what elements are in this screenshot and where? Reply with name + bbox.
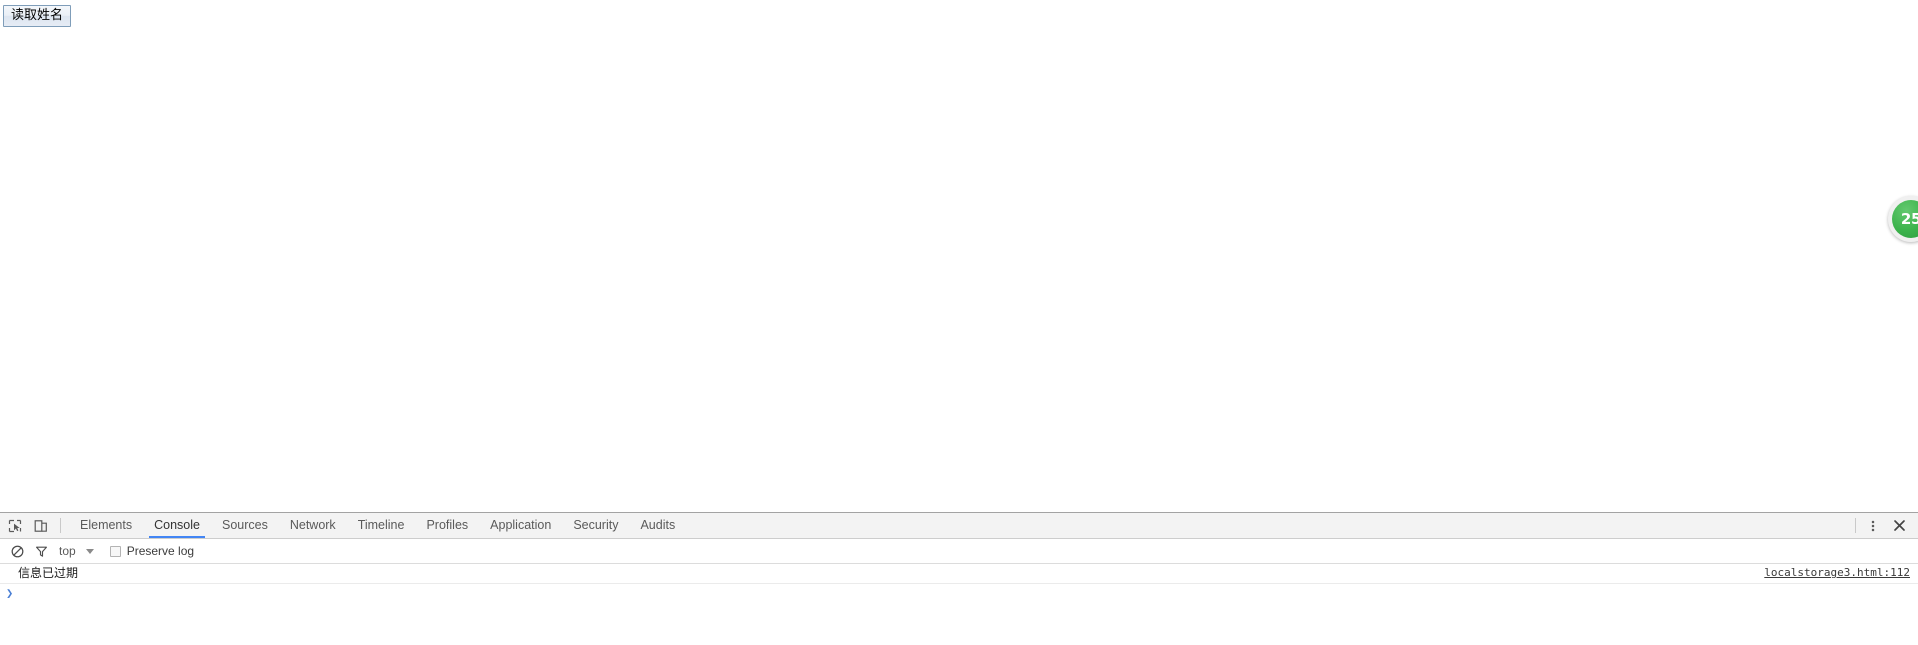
- tab-elements[interactable]: Elements: [69, 513, 143, 538]
- console-prompt-row[interactable]: ❯: [0, 584, 1918, 606]
- console-context-value: top: [59, 544, 76, 558]
- tab-application[interactable]: Application: [479, 513, 562, 538]
- console-context-select[interactable]: top: [53, 539, 98, 563]
- tabbar-divider: [60, 518, 61, 533]
- console-filter-toolbar: top Preserve log: [0, 539, 1918, 564]
- preserve-log-checkbox[interactable]: [109, 545, 121, 557]
- read-name-button[interactable]: 读取姓名: [3, 5, 72, 27]
- tab-network[interactable]: Network: [279, 513, 347, 538]
- console-source-link[interactable]: localstorage3.html:112: [1764, 566, 1910, 580]
- tab-audits[interactable]: Audits: [629, 513, 686, 538]
- devtools-tabbar: Elements Console Sources Network Timelin…: [0, 513, 1918, 539]
- console-message-row[interactable]: 信息已过期 localstorage3.html:112: [0, 564, 1918, 584]
- filter-icon[interactable]: [29, 539, 53, 563]
- preserve-log-group[interactable]: Preserve log: [109, 544, 195, 558]
- close-devtools-icon[interactable]: [1886, 513, 1912, 538]
- console-prompt-input[interactable]: [18, 587, 1912, 601]
- tab-console[interactable]: Console: [143, 513, 211, 538]
- chevron-down-icon: [85, 548, 94, 554]
- tab-timeline[interactable]: Timeline: [347, 513, 416, 538]
- inspect-element-icon[interactable]: [2, 513, 28, 538]
- floating-counter-badge[interactable]: 25: [1888, 196, 1918, 242]
- page-viewport: 读取姓名 25: [0, 0, 1918, 512]
- console-message-text: 信息已过期: [18, 566, 79, 580]
- tab-sources[interactable]: Sources: [211, 513, 279, 538]
- device-toolbar-icon[interactable]: [28, 513, 54, 538]
- clear-console-icon[interactable]: [5, 539, 29, 563]
- console-message-list: 信息已过期 localstorage3.html:112: [0, 564, 1918, 584]
- more-options-icon[interactable]: [1860, 513, 1886, 538]
- devtools-tabbar-right: [1853, 513, 1918, 538]
- prompt-chevron-icon: ❯: [6, 586, 14, 600]
- tab-profiles[interactable]: Profiles: [415, 513, 479, 538]
- badge-inner-circle: 25: [1892, 200, 1918, 238]
- badge-count-text: 25: [1900, 209, 1918, 228]
- tab-security[interactable]: Security: [562, 513, 629, 538]
- preserve-log-label: Preserve log: [126, 544, 195, 558]
- tabbar-right-divider: [1855, 518, 1856, 533]
- devtools-panel: Elements Console Sources Network Timelin…: [0, 512, 1918, 645]
